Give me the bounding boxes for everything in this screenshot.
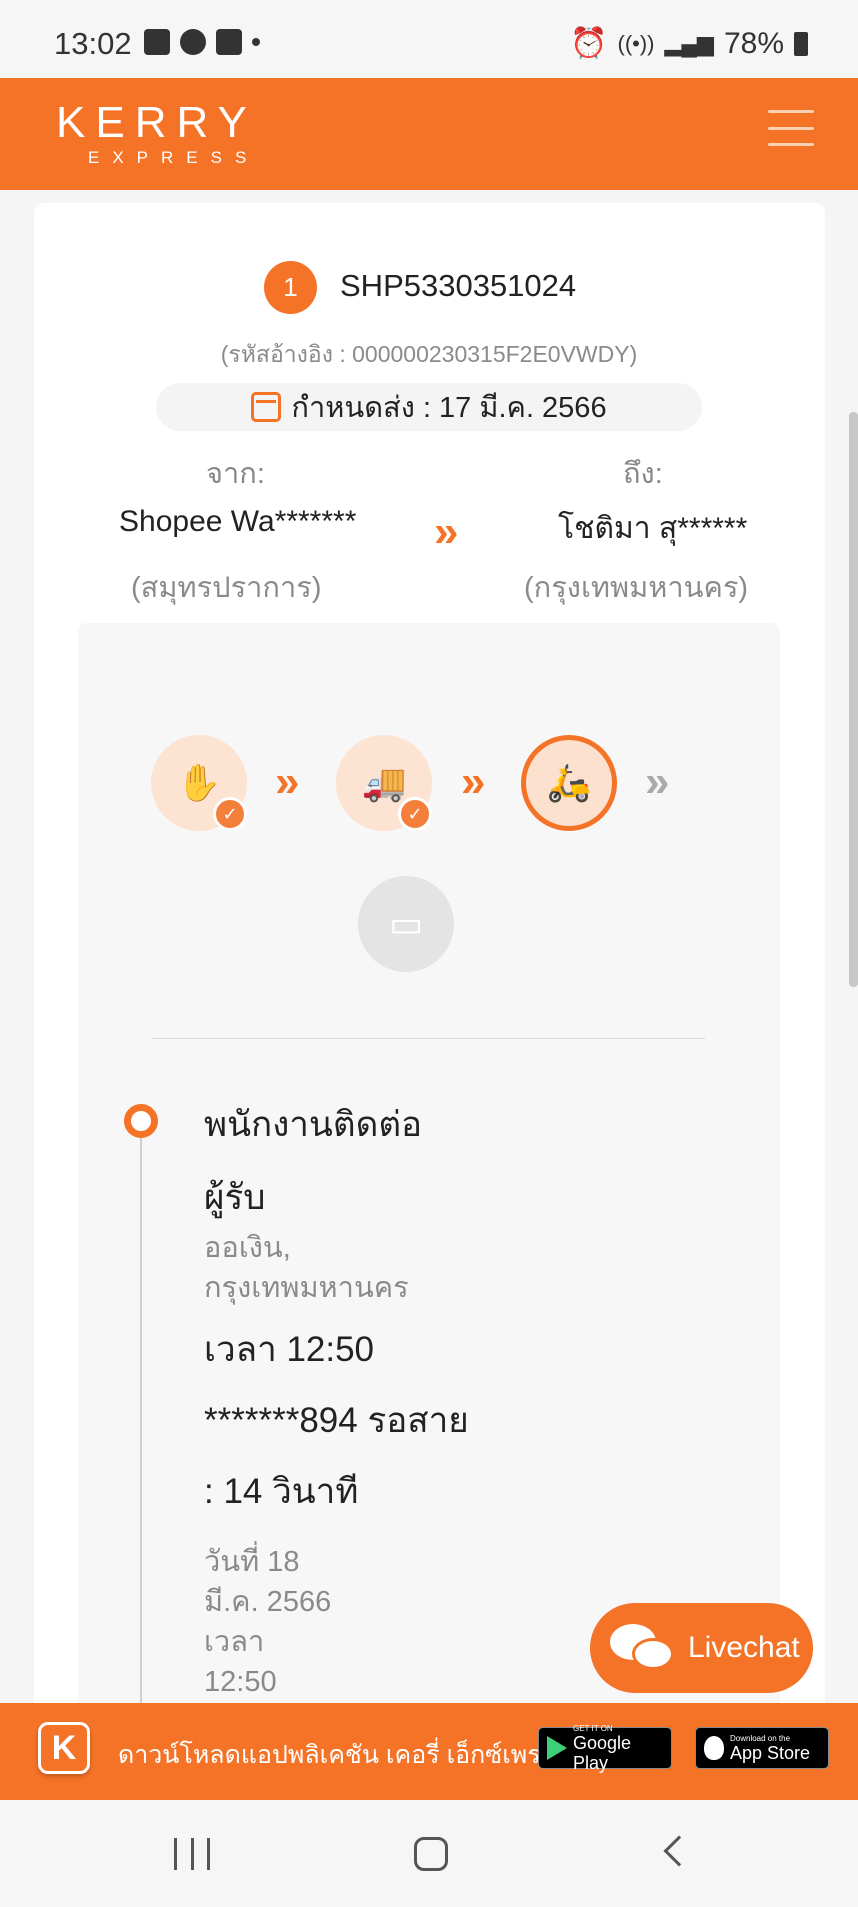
event-date-line1: วันที่ 18	[204, 1546, 300, 1578]
google-play-big: Google Play	[573, 1732, 632, 1773]
due-date-text: กำหนดส่ง : 17 มี.ค. 2566	[291, 392, 607, 424]
scooter-rider-icon: 🛵	[546, 762, 592, 803]
system-nav-bar	[0, 1800, 858, 1907]
google-play-button[interactable]: GET IT ON Google Play	[538, 1723, 672, 1773]
app-header: KERRY EXPRESS	[0, 78, 858, 190]
chevron-right-icon: »	[461, 757, 486, 806]
step-delivered: ▭	[358, 876, 454, 972]
home-icon[interactable]	[414, 1837, 448, 1871]
reference-code: (รหัสอ้างอิง : 000000230315F2E0VWDY)	[220, 341, 638, 367]
event-date: วันที่ 18 มี.ค. 2566 เวลา 12:50	[204, 1542, 331, 1702]
chat-bubbles-icon	[610, 1622, 676, 1674]
event-date-line2: มี.ค. 2566	[204, 1586, 332, 1618]
receiver-name: โชติมา สุ******	[558, 512, 748, 545]
app-download-banner: K ดาวน์โหลดแอปพลิเคชัน เคอรี่ เอ็กซ์เพรส…	[0, 1703, 858, 1800]
notification-icons	[144, 29, 260, 55]
timeline-line	[140, 1138, 142, 1704]
to-label: ถึง:	[623, 458, 663, 490]
wifi-icon: ((•))	[617, 30, 655, 56]
receiver-city: (กรุงเทพมหานคร)	[524, 572, 749, 604]
logo-sub-text: EXPRESS	[88, 148, 260, 167]
from-label: จาก:	[206, 458, 265, 490]
event-title: พนักงานติดต่อ	[204, 1105, 423, 1144]
livechat-label: Livechat	[688, 1631, 800, 1664]
status-bar: 13:02 ⏰ ((•)) ▂▄▆ 78%	[0, 0, 858, 78]
step-picked-up: ✋ ✓	[151, 735, 247, 831]
shipment-index-badge: 1	[264, 261, 317, 314]
step-out-for-delivery: 🛵	[521, 735, 617, 831]
chat-icon	[180, 29, 206, 55]
calendar-icon	[251, 392, 282, 422]
alarm-icon: ⏰	[570, 27, 608, 60]
tracking-number: SHP5330351024	[340, 268, 577, 303]
divider	[152, 1038, 705, 1039]
chevron-right-icon: »	[275, 757, 300, 806]
sender-city: (สมุทรปราการ)	[131, 572, 322, 604]
app-store-big: App Store	[730, 1742, 811, 1763]
more-dot-icon	[252, 38, 260, 46]
seven-eleven-icon	[216, 29, 242, 55]
box-icon: ▭	[388, 903, 423, 944]
timeline-dot-icon	[124, 1104, 158, 1138]
logo-main-text: KERRY	[56, 98, 257, 147]
event-call: *******894 รอสาย	[204, 1401, 469, 1440]
app-store-small: Download on the	[730, 1733, 791, 1743]
back-icon[interactable]	[663, 1835, 695, 1867]
event-location-line1: ออเงิน,	[204, 1232, 291, 1264]
event-time: เวลา 12:50	[204, 1330, 375, 1369]
livechat-button[interactable]: Livechat	[590, 1603, 813, 1693]
app-store-button[interactable]: Download on the App Store	[695, 1727, 829, 1769]
event-duration: : 14 วินาที	[204, 1472, 359, 1511]
event-location: ออเงิน, กรุงเทพมหานคร	[204, 1228, 409, 1308]
gallery-icon	[144, 29, 170, 55]
battery-icon	[794, 31, 808, 56]
event-location-line2: กรุงเทพมหานคร	[204, 1272, 409, 1304]
event-date-line3: เวลา	[204, 1626, 265, 1658]
step-in-transit: 🚚 ✓	[336, 735, 432, 831]
check-icon: ✓	[213, 797, 247, 831]
menu-icon[interactable]	[768, 110, 814, 146]
event-contact: ผู้รับ	[204, 1178, 266, 1217]
chevron-right-icon: »	[645, 757, 670, 806]
status-right: ⏰ ((•)) ▂▄▆ 78%	[570, 26, 808, 61]
event-date-line4: 12:50	[204, 1666, 277, 1698]
sender-name: Shopee Wa*******	[119, 505, 357, 538]
apple-icon	[704, 1736, 724, 1760]
check-icon: ✓	[398, 797, 432, 831]
status-time: 13:02	[54, 26, 132, 61]
kerry-app-icon[interactable]: K	[38, 1722, 90, 1774]
banner-text: ดาวน์โหลดแอปพลิเคชัน เคอรี่ เอ็กซ์เพรส	[118, 1741, 556, 1769]
direction-arrow-icon: »	[434, 507, 459, 556]
google-play-small: GET IT ON	[573, 1723, 613, 1733]
kerry-logo[interactable]: KERRY EXPRESS	[56, 98, 259, 168]
battery-level: 78%	[723, 26, 784, 60]
scrollbar[interactable]	[849, 412, 858, 987]
due-date-pill: กำหนดส่ง : 17 มี.ค. 2566	[156, 383, 702, 431]
recents-icon[interactable]	[174, 1838, 210, 1870]
google-play-icon	[547, 1736, 567, 1760]
signal-icon: ▂▄▆	[664, 30, 714, 56]
